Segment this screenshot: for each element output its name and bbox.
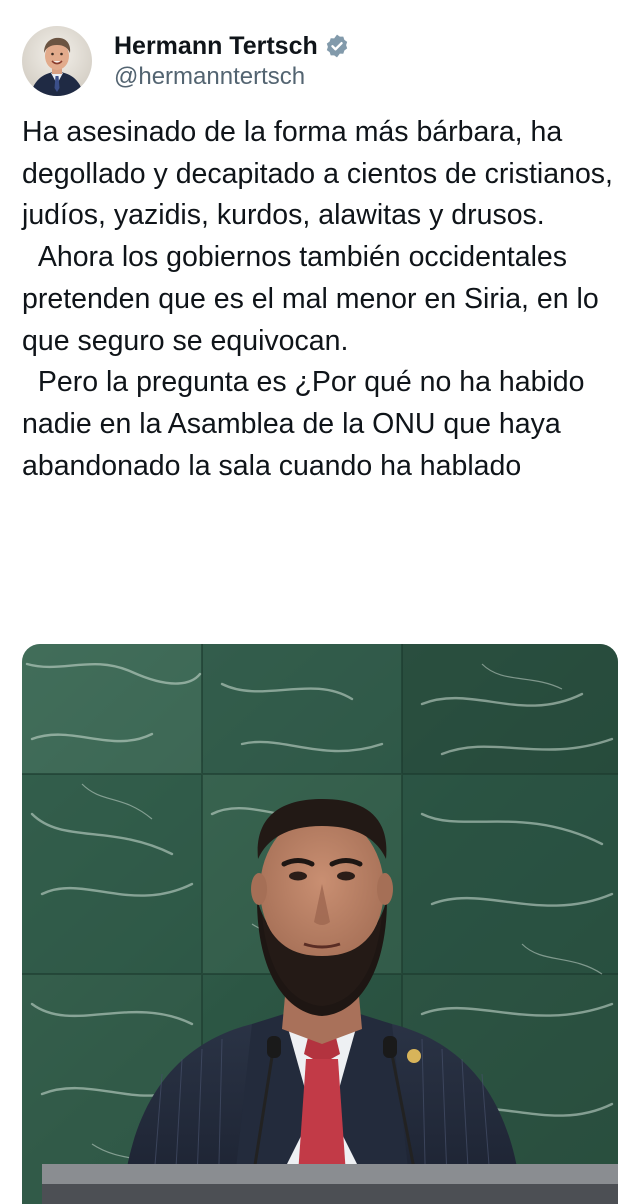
speaker-at-podium-photo bbox=[22, 644, 618, 1204]
author-handle[interactable]: @hermanntertsch bbox=[114, 62, 350, 92]
author-name-row[interactable]: Hermann Tertsch bbox=[114, 30, 350, 62]
tweet-photo[interactable] bbox=[22, 644, 618, 1204]
verified-badge-icon bbox=[324, 33, 350, 59]
author-names: Hermann Tertsch @hermanntertsch bbox=[114, 30, 350, 92]
profile-photo-icon bbox=[22, 26, 92, 96]
tweet-paragraph-3: Pero la pregunta es ¿Por qué no ha habid… bbox=[22, 366, 593, 482]
tweet-text: Ha asesinado de la forma más bárbara, ha… bbox=[22, 112, 614, 487]
tweet: Hermann Tertsch @hermanntertsch Ha asesi… bbox=[0, 0, 623, 1204]
author-name[interactable]: Hermann Tertsch bbox=[114, 30, 318, 62]
tweet-paragraph-1: Ha asesinado de la forma más bárbara, ha… bbox=[22, 116, 621, 232]
tweet-paragraph-2: Ahora los gobiernos también occidentales… bbox=[22, 241, 607, 357]
avatar[interactable] bbox=[22, 26, 92, 96]
tweet-header: Hermann Tertsch @hermanntertsch bbox=[22, 24, 350, 98]
